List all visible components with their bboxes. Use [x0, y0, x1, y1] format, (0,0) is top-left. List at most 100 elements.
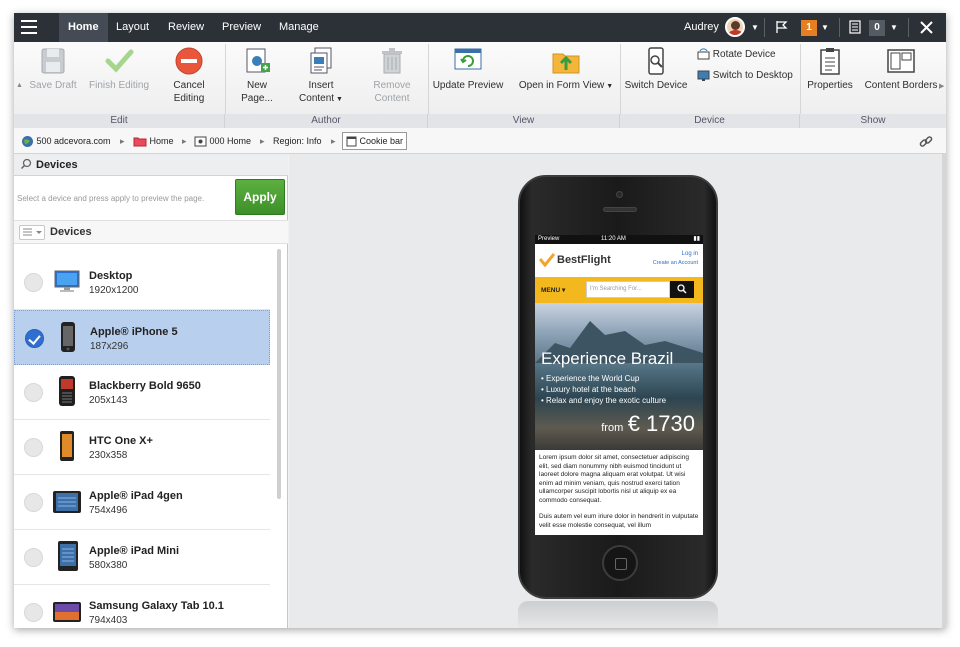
user-name[interactable]: Audrey — [684, 13, 719, 42]
tab-preview[interactable]: Preview — [213, 13, 270, 42]
tab-layout[interactable]: Layout — [107, 13, 158, 42]
device-row-ipad4[interactable]: Apple® iPad 4gen 754x496 — [14, 475, 270, 530]
insert-content-button[interactable]: Insert Content ▼ — [293, 46, 349, 106]
device-row-ipad-mini[interactable]: Apple® iPad Mini 580x380 — [14, 530, 270, 585]
devices-panel: Devices Select a device and press apply … — [14, 154, 288, 628]
insert-content-icon — [306, 46, 336, 76]
hamburger-menu-icon[interactable] — [21, 20, 37, 34]
device-name: Apple® iPad 4gen — [89, 490, 183, 502]
search-icon[interactable] — [20, 158, 32, 173]
scroll-left-icon[interactable]: ▲ — [16, 82, 23, 89]
device-hint-text: Select a device and press apply to previ… — [17, 194, 205, 203]
chevron-down-icon[interactable]: ▼ — [821, 13, 829, 42]
user-avatar[interactable] — [725, 17, 745, 37]
rotate-device-button[interactable]: Rotate Device — [697, 48, 797, 61]
close-icon[interactable] — [920, 13, 933, 42]
new-page-button[interactable]: New Page... — [234, 46, 280, 105]
content-borders-button[interactable]: Content Borders — [864, 46, 938, 92]
chevron-down-icon[interactable]: ▼ — [751, 13, 759, 42]
trash-icon — [377, 46, 407, 76]
hero-bullet: • Luxury hotel at the beach — [541, 385, 636, 394]
remove-content-button[interactable]: Remove Content — [366, 46, 418, 105]
hero-title: Experience Brazil — [541, 349, 674, 368]
desktop-monitor-icon — [54, 268, 80, 299]
switch-device-label: Switch Device — [624, 80, 688, 91]
divider — [225, 44, 226, 114]
chevron-right-icon: ▸ — [120, 136, 125, 146]
ipad-mini-icon — [57, 540, 79, 577]
speaker-grille — [603, 207, 637, 212]
preview-scrollbar[interactable] — [942, 154, 946, 628]
devices-scrollbar[interactable] — [274, 249, 284, 628]
site-body: Lorem ipsum dolor sit amet, consectetuer… — [535, 450, 703, 534]
device-row-iphone5[interactable]: Apple® iPhone 5 187x296 — [14, 310, 270, 365]
divider — [428, 44, 429, 114]
device-size: 794x403 — [89, 615, 128, 626]
htc-phone-icon — [59, 430, 75, 467]
device-name: Apple® iPhone 5 — [90, 326, 178, 338]
battery-icon: ▮▮ — [693, 236, 700, 242]
devices-panel-header: Devices — [14, 154, 288, 176]
notifications-badge[interactable]: 1 — [801, 20, 817, 36]
breadcrumb-home[interactable]: Home — [133, 128, 174, 154]
breadcrumb-component-label: Cookie bar — [359, 136, 404, 146]
breadcrumb-page[interactable]: 000 Home — [194, 128, 251, 154]
phone-reflection — [518, 601, 718, 628]
device-radio[interactable] — [24, 438, 43, 457]
new-page-label-2: Page... — [241, 93, 273, 104]
device-radio[interactable] — [24, 493, 43, 512]
device-row-blackberry[interactable]: Blackberry Bold 9650 205x143 — [14, 365, 270, 420]
chevron-right-icon: ▸ — [331, 136, 336, 146]
finish-editing-button[interactable]: Finish Editing — [86, 46, 152, 92]
switch-to-desktop-button[interactable]: Switch to Desktop — [697, 69, 802, 82]
flag-icon[interactable] — [775, 13, 789, 42]
breadcrumb-component[interactable]: Cookie bar — [342, 132, 408, 150]
cancel-editing-label-1: Cancel — [173, 80, 205, 91]
chevron-right-icon: ▸ — [260, 136, 265, 146]
site-paragraph: Lorem ipsum dolor sit amet, consectetuer… — [539, 454, 689, 504]
component-icon — [346, 136, 357, 147]
properties-button[interactable]: Properties — [804, 46, 856, 92]
galaxy-tab-icon — [52, 601, 82, 628]
chevron-down-icon[interactable]: ▼ — [890, 13, 898, 42]
breadcrumb-region[interactable]: Region: Info — [273, 128, 322, 154]
desktop-icon — [697, 70, 710, 81]
new-page-icon — [242, 46, 272, 76]
save-draft-button[interactable]: Save Draft — [28, 46, 78, 92]
list-view-icon[interactable] — [19, 225, 45, 240]
folder-icon — [133, 137, 147, 147]
tab-home[interactable]: Home — [59, 13, 108, 42]
device-name: Apple® iPad Mini — [89, 545, 179, 557]
tab-manage[interactable]: Manage — [270, 13, 328, 42]
switch-device-button[interactable]: Switch Device — [622, 46, 690, 92]
device-name: HTC One X+ — [89, 435, 153, 447]
create-account-link: Create an Account — [652, 260, 698, 266]
tasks-badge[interactable]: 0 — [869, 20, 885, 36]
link-icon[interactable] — [919, 128, 933, 154]
apply-button[interactable]: Apply — [235, 179, 285, 215]
device-row-htc[interactable]: HTC One X+ 230x358 — [14, 420, 270, 475]
device-radio[interactable] — [24, 603, 43, 622]
open-in-form-view-button[interactable]: Open in Form View ▼ — [517, 46, 615, 93]
chevron-right-icon: ▸ — [182, 136, 187, 146]
tab-review[interactable]: Review — [159, 13, 213, 42]
breadcrumb-page-label: 000 Home — [209, 136, 252, 146]
hero-bullet: • Experience the World Cup — [541, 374, 640, 383]
chevron-down-icon: ▼ — [334, 96, 343, 103]
device-radio-checked[interactable] — [25, 329, 44, 348]
device-radio[interactable] — [24, 548, 43, 567]
device-name: Blackberry Bold 9650 — [89, 380, 201, 392]
device-row-galaxy-tab[interactable]: Samsung Galaxy Tab 10.1 794x403 — [14, 585, 270, 628]
breadcrumb-site[interactable]: 500 adcevora.com — [21, 128, 111, 154]
rotate-icon — [697, 48, 710, 60]
device-size: 187x296 — [90, 341, 129, 352]
scroll-right-icon[interactable]: ▶ — [939, 82, 944, 90]
update-preview-button[interactable]: Update Preview — [431, 46, 505, 92]
device-radio[interactable] — [24, 383, 43, 402]
tasks-icon[interactable] — [849, 13, 861, 42]
cancel-editing-button[interactable]: Cancel Editing — [163, 46, 215, 105]
device-name: Samsung Galaxy Tab 10.1 — [89, 600, 224, 612]
device-radio[interactable] — [24, 273, 43, 292]
layout-borders-icon — [886, 46, 916, 76]
device-row-desktop[interactable]: Desktop 1920x1200 — [14, 255, 270, 310]
